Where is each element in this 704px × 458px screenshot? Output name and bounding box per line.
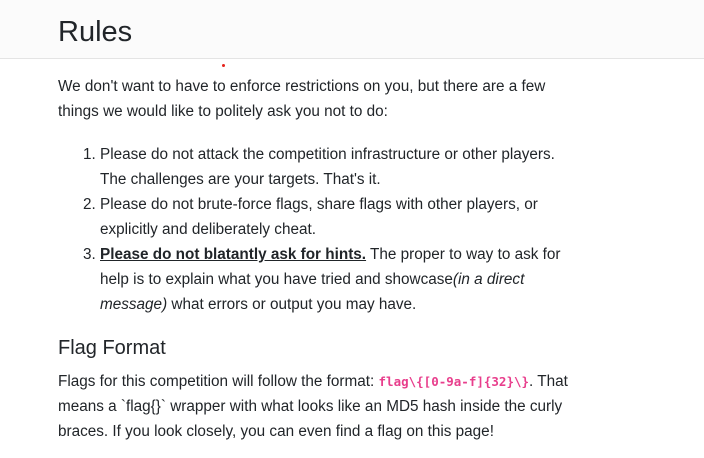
rule-emphasis: Please do not blatantly ask for hints. [100,246,367,263]
red-dot-marker [222,64,225,67]
flag-format-text: Flags for this competition will follow t… [58,369,578,444]
flag-format-intro: Flags for this competition will follow t… [58,373,379,390]
flag-format-heading: Flag Format [58,337,166,359]
rule-item: Please do not brute-force flags, share f… [100,192,578,242]
rule-text-end: what errors or output you may have. [167,296,417,313]
rules-list: Please do not attack the competition inf… [58,142,578,317]
rule-item: Please do not blatantly ask for hints. T… [100,242,578,317]
rule-item: Please do not attack the competition inf… [100,142,578,192]
flag-regex-code: flag\{[0-9a-f]{32}\} [378,374,530,389]
rule-text: Please do not attack the competition inf… [100,146,555,188]
rules-page: Rules We don't want to have to enforce r… [0,0,704,458]
page-title: Rules [58,16,133,48]
page-header: Rules [0,0,704,59]
rules-content: We don't want to have to enforce restric… [58,74,578,444]
rules-intro: We don't want to have to enforce restric… [58,78,546,120]
rule-text: Please do not brute-force flags, share f… [100,196,538,238]
